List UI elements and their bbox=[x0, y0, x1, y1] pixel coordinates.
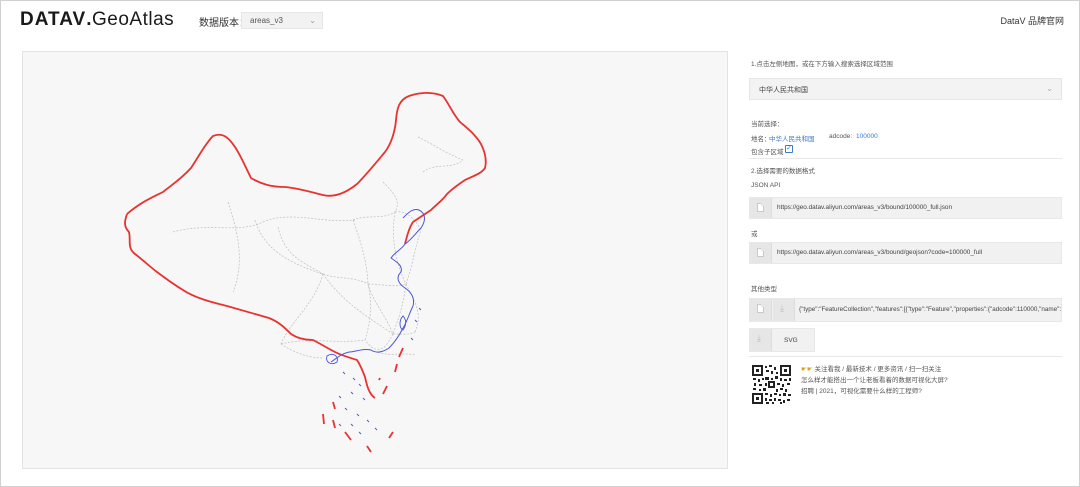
province-border bbox=[405, 229, 422, 285]
json-download-row[interactable]: ⤓ {"type":"FeatureCollection","features"… bbox=[749, 298, 1062, 322]
province-border bbox=[382, 181, 398, 213]
province-border bbox=[377, 351, 416, 356]
brand-site-link[interactable]: DataV 品牌官网 bbox=[1000, 14, 1064, 27]
adcode-label: adcode: bbox=[829, 133, 853, 140]
download-icon: ⤓ bbox=[780, 303, 784, 313]
province-border bbox=[280, 339, 366, 345]
province-border bbox=[392, 331, 416, 335]
china-map[interactable] bbox=[23, 52, 729, 470]
region-select[interactable]: 中华人民共和国 ⌄ bbox=[749, 78, 1062, 100]
chevron-down-icon: ⌄ bbox=[1046, 84, 1053, 93]
url-geojson-row[interactable]: https://geo.datav.aliyun.com/areas_v3/bo… bbox=[749, 242, 1062, 264]
logo[interactable]: DATAV.GeoAtlas bbox=[20, 9, 174, 31]
map-panel[interactable] bbox=[22, 51, 728, 469]
download-svg-button[interactable]: ⤓ bbox=[750, 329, 772, 351]
south-sea-islands bbox=[338, 371, 366, 401]
version-select[interactable]: areas_v3 ⌄ bbox=[241, 12, 323, 29]
step1-instruction: 1.点击左侧地图，或在下方输入搜索选择区域范围 bbox=[751, 61, 893, 68]
svg-label: SVG bbox=[784, 337, 798, 344]
islands bbox=[326, 307, 422, 435]
south-sea-islands bbox=[338, 407, 378, 435]
promo-line-3[interactable]: 招聘 | 2021，可视化需要什么样的工程师? bbox=[801, 385, 922, 395]
logo-product: GeoAtlas bbox=[92, 9, 175, 30]
current-selection-label: 当前选择： bbox=[751, 121, 784, 128]
include-children-checkbox[interactable]: ✓ bbox=[785, 145, 793, 153]
province-border bbox=[352, 211, 396, 221]
url-full-row[interactable]: https://geo.datav.aliyun.com/areas_v3/bo… bbox=[749, 197, 1062, 219]
json-preview-text[interactable]: {"type":"FeatureCollection","features":[… bbox=[799, 306, 1061, 313]
qr-code-icon bbox=[751, 364, 792, 405]
name-label: 地名： bbox=[751, 136, 771, 143]
document-copy-icon bbox=[757, 203, 764, 212]
promo-line-2[interactable]: 怎么样才能搭出一个让老板看着的数据可视化大屏? bbox=[801, 374, 948, 384]
province-border bbox=[352, 219, 369, 285]
chevron-down-icon: ⌄ bbox=[309, 16, 316, 25]
province-border bbox=[280, 273, 324, 345]
adcode-value: 100000 bbox=[856, 133, 878, 140]
province-borders bbox=[172, 136, 464, 359]
hand-pointing-icon: ☛☛ bbox=[801, 366, 813, 373]
url-full-text[interactable]: https://geo.datav.aliyun.com/areas_v3/bo… bbox=[777, 204, 952, 211]
province-border bbox=[364, 283, 371, 341]
document-copy-icon bbox=[757, 248, 764, 257]
province-border bbox=[422, 159, 464, 173]
header: DATAV.GeoAtlas 数据版本： areas_v3 ⌄ DataV 品牌… bbox=[0, 0, 1080, 40]
download-json-button[interactable]: ⤓ bbox=[773, 299, 795, 321]
copy-url-geojson-button[interactable] bbox=[750, 243, 772, 263]
sea-boundary-dashes bbox=[322, 347, 404, 453]
province-border bbox=[254, 219, 369, 285]
other-types-label: 其他类型 bbox=[751, 286, 777, 293]
logo-brand: DATAV bbox=[20, 9, 87, 30]
province-border bbox=[277, 226, 324, 275]
document-copy-icon bbox=[757, 304, 764, 313]
url-geojson-text[interactable]: https://geo.datav.aliyun.com/areas_v3/bo… bbox=[777, 249, 982, 256]
copy-url-full-button[interactable] bbox=[750, 198, 772, 218]
province-border bbox=[322, 273, 394, 335]
svg-download-row[interactable]: ⤓ SVG bbox=[749, 328, 815, 352]
version-value: areas_v3 bbox=[250, 16, 283, 25]
step2-instruction: 2.选择需要的数据格式 bbox=[751, 168, 815, 175]
province-border bbox=[364, 333, 394, 350]
promo-line-1[interactable]: ☛☛ 关注看我 / 最新技术 / 更多资讯 / 扫一扫关注 bbox=[801, 363, 941, 373]
coastline bbox=[330, 243, 414, 363]
copy-json-button[interactable] bbox=[750, 299, 772, 321]
national-border-west bbox=[124, 213, 376, 399]
divider bbox=[749, 158, 1062, 159]
or-label: 或 bbox=[751, 231, 758, 238]
national-border bbox=[126, 92, 487, 245]
side-panel: 1.点击左侧地图，或在下方输入搜索选择区域范围 中华人民共和国 ⌄ 当前选择： … bbox=[749, 50, 1062, 470]
province-border bbox=[367, 283, 394, 335]
province-border bbox=[172, 216, 356, 233]
province-border bbox=[417, 136, 464, 161]
divider bbox=[749, 356, 1062, 357]
region-select-value: 中华人民共和国 bbox=[759, 87, 808, 94]
promo-line-1-text: 关注看我 / 最新技术 / 更多资讯 / 扫一扫关注 bbox=[814, 366, 942, 373]
json-api-label: JSON API bbox=[751, 182, 781, 189]
province-border bbox=[227, 201, 240, 293]
download-icon: ⤓ bbox=[757, 333, 761, 343]
include-children-label: 包含子区域 bbox=[751, 149, 784, 156]
province-border bbox=[394, 211, 422, 231]
province-border bbox=[280, 343, 324, 359]
small-islands bbox=[410, 307, 422, 341]
name-value[interactable]: 中华人民共和国 bbox=[769, 133, 815, 143]
checkmark-icon: ✓ bbox=[786, 145, 792, 152]
